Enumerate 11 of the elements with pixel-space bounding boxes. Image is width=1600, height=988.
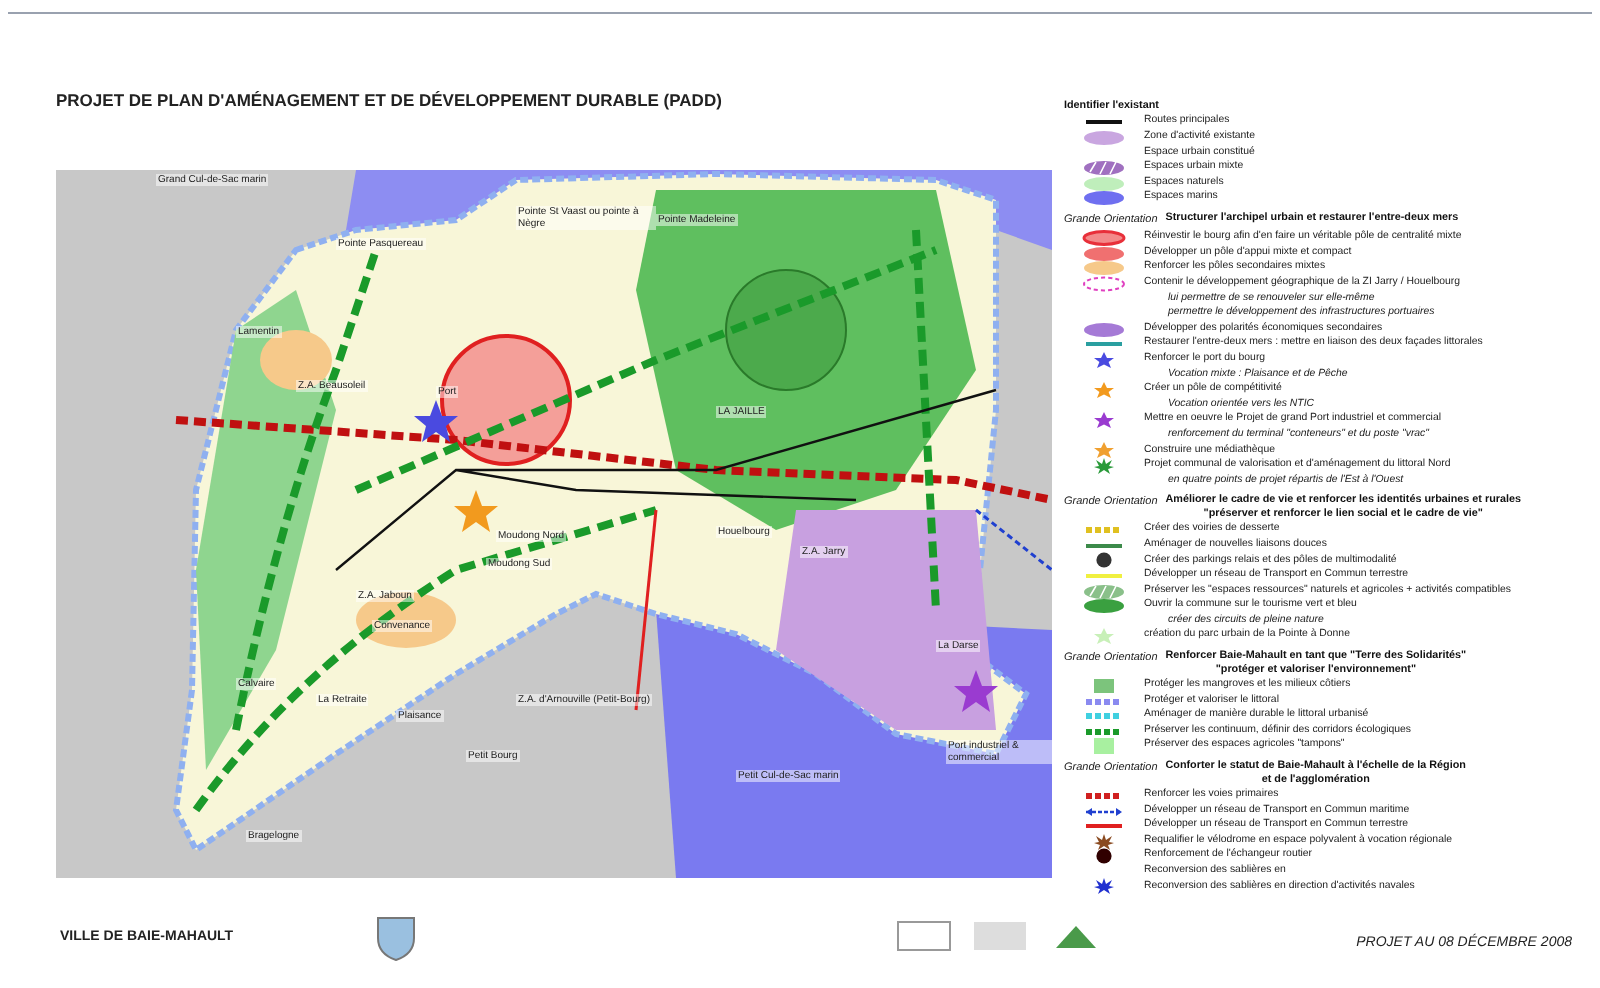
star-icon xyxy=(414,399,458,442)
ferry-route-line xyxy=(975,508,1052,571)
coat-of-arms-icon xyxy=(373,913,418,962)
aerodrome-area xyxy=(725,268,847,391)
town-centre-circle xyxy=(440,333,572,466)
star-icon xyxy=(454,489,498,532)
secondary-pole-area xyxy=(356,591,456,648)
poster-title: PROJET DE PLAN D'AMÉNAGEMENT ET DE DÉVELOPPEMENT DURABLE (PADD) xyxy=(56,88,724,114)
partner-logo-icon xyxy=(896,920,952,952)
star-icon xyxy=(954,669,998,712)
partner-logo-icon xyxy=(972,920,1028,952)
